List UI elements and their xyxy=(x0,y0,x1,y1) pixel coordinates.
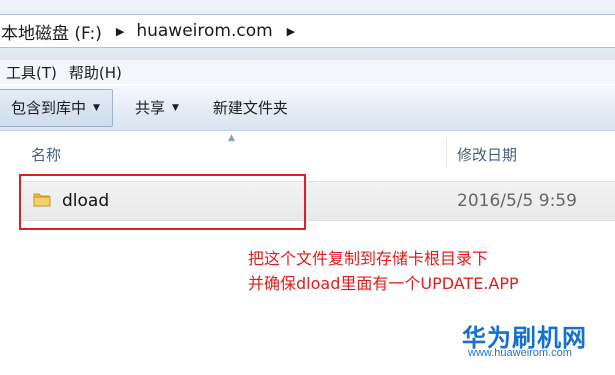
column-header: ▲ 名称 修改日期 xyxy=(0,131,615,171)
menu-tools[interactable]: 工具(T) xyxy=(0,62,63,83)
annotation-line-2: 并确保dload里面有一个UPDATE.APP xyxy=(248,274,519,293)
annotation-line-1: 把这个文件复制到存储卡根目录下 xyxy=(248,249,489,268)
column-divider[interactable] xyxy=(446,139,447,167)
include-in-library-label: 包含到库中 xyxy=(11,99,87,117)
share-label: 共享 xyxy=(134,99,165,117)
address-bar-area: 本地磁盘 (F:) ▶ huaweirom.com ▶ xyxy=(0,0,615,60)
sort-up-icon: ▲ xyxy=(228,133,235,143)
breadcrumb-item-folder[interactable]: huaweirom.com xyxy=(132,21,278,41)
breadcrumb[interactable]: 本地磁盘 (F:) ▶ huaweirom.com ▶ xyxy=(0,14,615,48)
file-modified: 2016/5/5 9:59 xyxy=(457,191,577,211)
instruction-annotation: 把这个文件复制到存储卡根目录下 并确保dload里面有一个UPDATE.APP xyxy=(248,246,519,296)
menu-help[interactable]: 帮助(H) xyxy=(63,62,128,83)
menu-bar: 工具(T) 帮助(H) xyxy=(0,60,615,84)
new-folder-label: 新建文件夹 xyxy=(212,99,288,117)
command-toolbar: 包含到库中 ▼ 共享 ▼ 新建文件夹 xyxy=(0,85,615,131)
highlight-box xyxy=(19,174,306,230)
column-modified[interactable]: 修改日期 xyxy=(457,144,517,165)
new-folder-button[interactable]: 新建文件夹 xyxy=(201,89,300,127)
include-in-library-button[interactable]: 包含到库中 ▼ xyxy=(0,88,113,127)
chevron-right-icon[interactable]: ▶ xyxy=(279,25,303,38)
chevron-right-icon[interactable]: ▶ xyxy=(108,25,132,38)
share-button[interactable]: 共享 ▼ xyxy=(123,89,191,127)
dropdown-arrow-icon: ▼ xyxy=(171,102,179,113)
watermark-url: www.huaweirom.com xyxy=(468,347,572,359)
column-name[interactable]: 名称 xyxy=(31,144,61,165)
breadcrumb-item-drive[interactable]: 本地磁盘 (F:) xyxy=(0,19,108,44)
dropdown-arrow-icon: ▼ xyxy=(93,102,100,113)
